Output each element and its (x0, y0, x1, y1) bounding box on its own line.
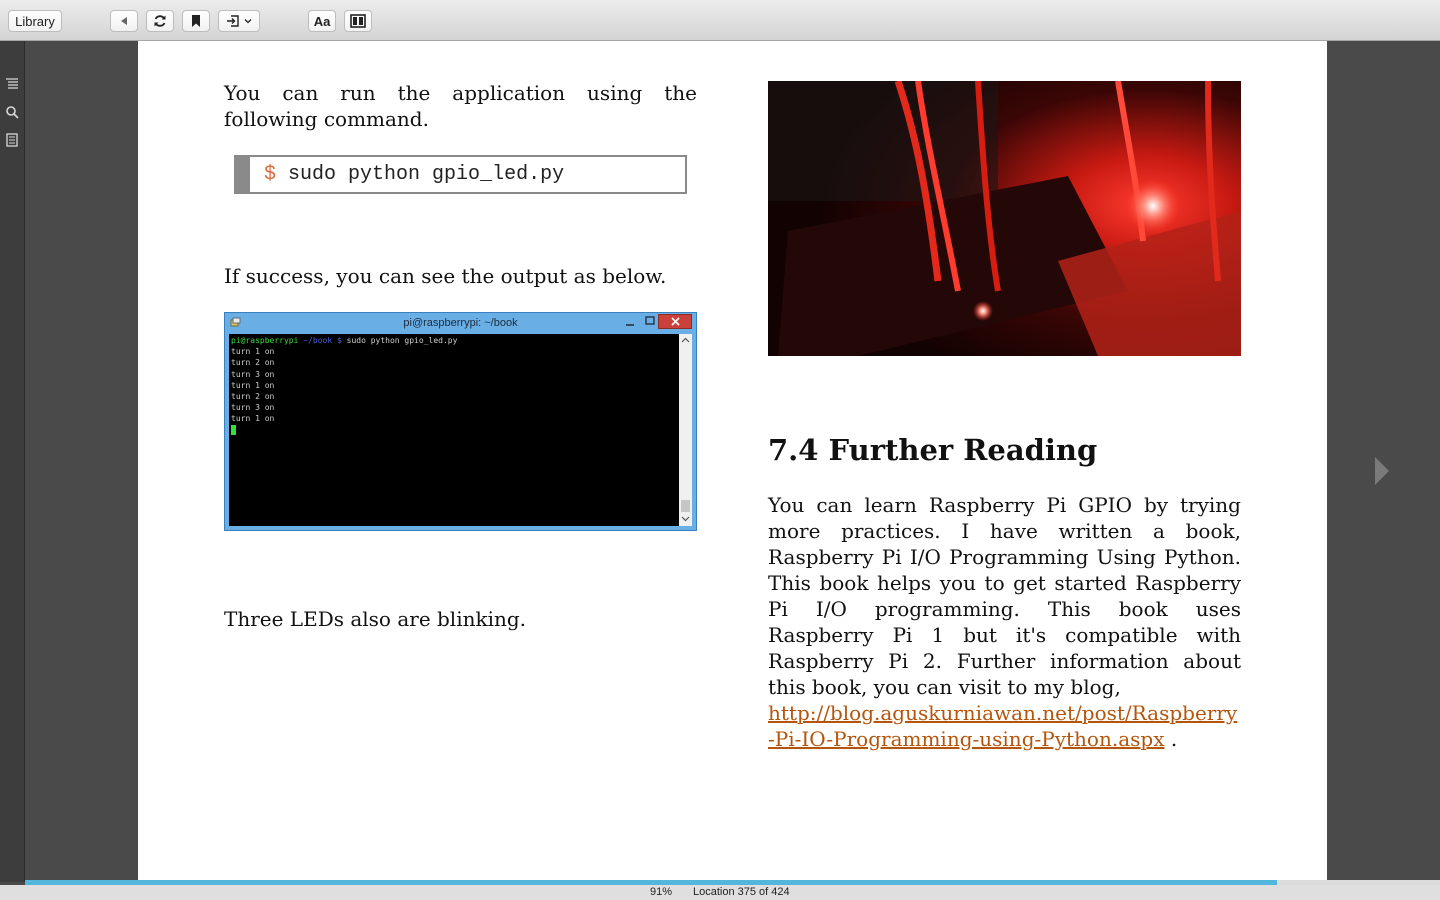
layout-icon (350, 14, 366, 28)
goto-menu-button[interactable] (218, 10, 260, 32)
status-bar: 91% Location 375 of 424 (0, 885, 1440, 900)
terminal-prompt-path: ~/book $ (303, 336, 342, 345)
code-line: $ sudo python gpio_led.py (264, 163, 564, 186)
library-button[interactable]: Library (8, 10, 62, 32)
terminal-scroll-thumb (681, 500, 690, 512)
raspberry-pi-led-photo (768, 81, 1241, 356)
font-settings-label: Aa (313, 13, 331, 29)
library-button-label: Library (15, 13, 55, 29)
location-indicator: Location 375 of 424 (693, 886, 790, 898)
back-button[interactable] (110, 10, 138, 32)
paragraph-leds-blinking: Three LEDs also are blinking. (224, 607, 527, 631)
terminal-prompt-user: pi@raspberrypi (231, 336, 299, 345)
terminal-line: turn 2 on (231, 358, 275, 368)
code-block: $ sudo python gpio_led.py (234, 155, 687, 194)
blog-link-line-2[interactable]: -Pi-IO-Programming-using-Python.aspx (768, 727, 1164, 751)
section-heading: 7.4 Further Reading (768, 433, 1098, 467)
bookmark-icon (192, 15, 200, 27)
sync-button[interactable] (146, 10, 174, 32)
sync-icon (154, 15, 166, 27)
led-photo-image (768, 81, 1241, 356)
bookmark-button[interactable] (182, 10, 210, 32)
paragraph-success: If success, you can see the output as be… (224, 264, 667, 288)
table-of-contents-icon[interactable] (5, 77, 19, 91)
notes-icon[interactable] (5, 133, 19, 147)
font-settings-button[interactable]: Aa (308, 10, 336, 32)
terminal-screenshot: pi@raspberrypi: ~/book pi@raspberrypi ~/… (224, 312, 697, 531)
maximize-icon (645, 316, 655, 325)
sidebar (0, 41, 25, 882)
terminal-line: turn 1 on (231, 347, 275, 357)
code-prompt: $ (264, 163, 277, 186)
minimize-icon (626, 324, 634, 326)
link-suffix: . (1164, 727, 1178, 751)
toolbar: Library Aa (0, 0, 1440, 41)
code-block-bar (236, 157, 250, 192)
putty-icon (230, 317, 241, 327)
paragraph-run-command: You can run the application using the fo… (224, 81, 697, 131)
search-icon[interactable] (5, 105, 19, 119)
terminal-line: turn 3 on (231, 403, 275, 413)
paragraph-further-reading: You can learn Raspberry Pi GPIO by tryin… (768, 492, 1241, 752)
layout-button[interactable] (344, 10, 372, 32)
terminal-line: turn 1 on (231, 414, 275, 424)
book-page: You can run the application using the fo… (138, 41, 1327, 882)
further-reading-text: You can learn Raspberry Pi GPIO by tryin… (768, 493, 1241, 699)
scroll-down-icon (681, 516, 690, 522)
terminal-scrollbar (679, 334, 692, 526)
back-icon (121, 17, 127, 25)
terminal-cursor (231, 424, 236, 435)
scroll-up-icon (681, 337, 690, 343)
terminal-close (658, 314, 692, 329)
progress-percent: 91% (650, 886, 673, 898)
chevron-down-icon (244, 19, 252, 24)
terminal-screen: pi@raspberrypi ~/book $ sudo python gpio… (229, 334, 679, 526)
terminal-line: turn 1 on (231, 380, 275, 390)
close-icon (670, 317, 680, 326)
terminal-line: turn 3 on (231, 369, 275, 379)
terminal-line: turn 2 on (231, 392, 275, 402)
terminal-prompt-command: sudo python gpio_led.py (346, 336, 458, 345)
code-command: sudo python gpio_led.py (288, 163, 565, 186)
goto-icon (227, 15, 239, 27)
next-page-icon[interactable] (1372, 455, 1392, 487)
blog-link-line-1[interactable]: http://blog.aguskurniawan.net/post/Raspb… (768, 701, 1237, 725)
